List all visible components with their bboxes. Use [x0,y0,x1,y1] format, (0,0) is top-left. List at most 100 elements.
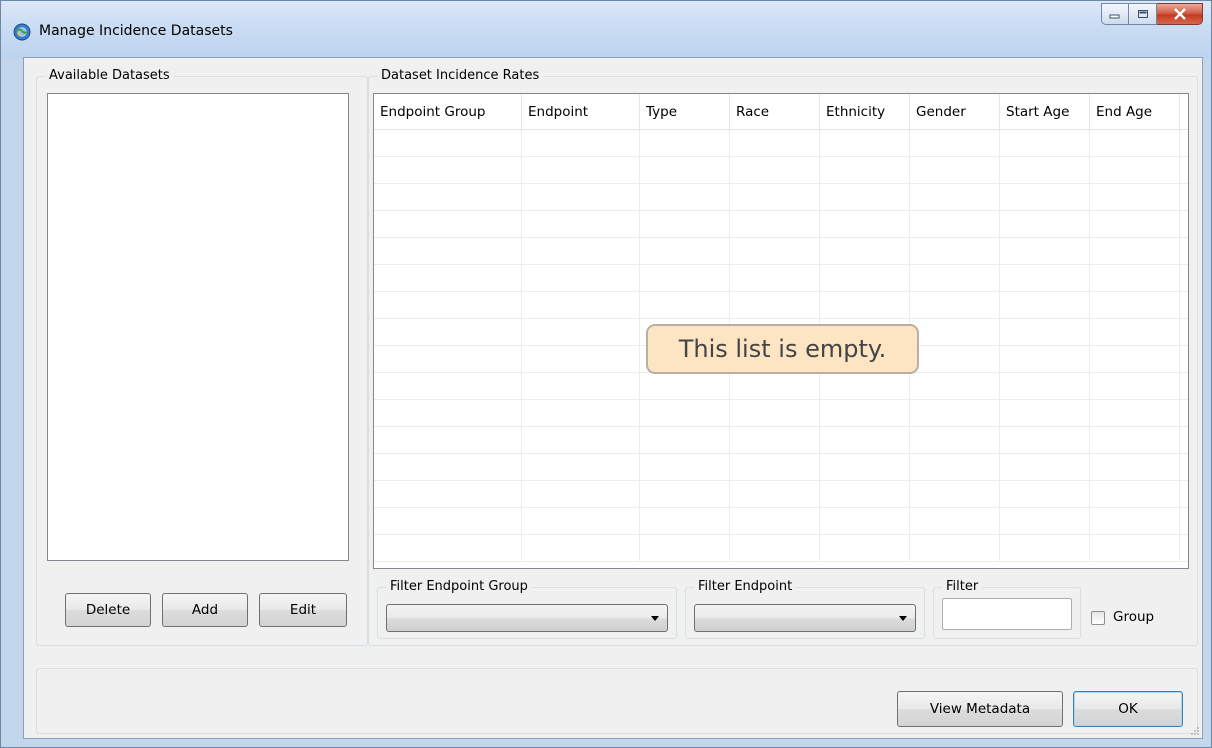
available-datasets-legend: Available Datasets [45,68,174,84]
grid-empty-cell [522,454,640,481]
empty-list-message: This list is empty. [646,324,919,374]
grid-empty-cell [640,211,730,238]
col-header-ethnicity[interactable]: Ethnicity [820,94,910,130]
grid-empty-cell [374,427,522,454]
grid-empty-cell [820,427,910,454]
grid-empty-row [374,454,1188,481]
grid-empty-cell [1090,373,1180,400]
group-checkbox[interactable] [1091,611,1105,625]
grid-empty-cell [1090,481,1180,508]
resize-grip-icon[interactable] [1190,726,1200,736]
minimize-button[interactable] [1101,3,1129,25]
grid-empty-cell [910,130,1000,157]
grid-empty-cell [374,211,522,238]
grid-empty-cell [820,481,910,508]
grid-empty-cell [1090,265,1180,292]
client-area: Available Datasets Delete Add Edit Datas… [23,57,1203,739]
filter-textbox[interactable] [942,598,1072,630]
grid-header: Endpoint Group Endpoint Type Race Ethnic… [374,94,1188,130]
grid-empty-cell [910,319,1000,346]
grid-empty-row [374,427,1188,454]
grid-empty-cell [1000,535,1090,562]
grid-empty-cell [374,346,522,373]
grid-empty-cell [910,481,1000,508]
grid-empty-cell [640,184,730,211]
grid-empty-cell [522,265,640,292]
filter-box: Filter [933,579,1081,639]
col-header-type[interactable]: Type [640,94,730,130]
grid-empty-cell [374,130,522,157]
filter-endpoint-group-legend: Filter Endpoint Group [386,579,532,595]
grid-empty-cell [1000,184,1090,211]
grid-empty-cell [522,184,640,211]
title-bar[interactable]: Manage Incidence Datasets [1,1,1211,59]
grid-empty-cell [730,400,820,427]
col-header-endpoint[interactable]: Endpoint [522,94,640,130]
view-metadata-button[interactable]: View Metadata [897,691,1063,727]
filter-endpoint-combo[interactable] [694,604,916,632]
grid-empty-cell [374,319,522,346]
grid-empty-cell [1000,319,1090,346]
edit-button[interactable]: Edit [259,593,347,627]
chevron-down-icon [651,616,659,621]
grid-empty-row [374,535,1188,562]
grid-empty-cell [522,157,640,184]
grid-empty-cell [730,508,820,535]
grid-empty-cell [910,238,1000,265]
grid-empty-cell [522,292,640,319]
grid-empty-cell [820,508,910,535]
grid-empty-cell [522,130,640,157]
grid-empty-cell [820,211,910,238]
filter-endpoint-group-combo[interactable] [386,604,668,632]
grid-empty-cell [374,481,522,508]
grid-empty-cell [374,535,522,562]
grid-empty-cell [1000,400,1090,427]
grid-empty-cell [910,373,1000,400]
grid-empty-cell [730,454,820,481]
grid-empty-cell [730,265,820,292]
col-header-end-age[interactable]: End Age [1090,94,1180,130]
grid-empty-cell [640,427,730,454]
grid-empty-cell [522,319,640,346]
close-button[interactable] [1157,3,1203,25]
grid-empty-cell [374,157,522,184]
grid-empty-row [374,481,1188,508]
grid-empty-cell [640,292,730,319]
ok-button[interactable]: OK [1073,691,1183,727]
globe-app-icon [13,23,31,41]
col-header-endpoint-group[interactable]: Endpoint Group [374,94,522,130]
col-header-race[interactable]: Race [730,94,820,130]
grid-empty-cell [640,238,730,265]
maximize-button[interactable] [1129,3,1157,25]
group-checkbox-label: Group [1113,609,1155,625]
grid-empty-cell [1000,130,1090,157]
grid-empty-cell [640,508,730,535]
add-button[interactable]: Add [162,593,248,627]
grid-empty-row [374,238,1188,265]
grid-empty-cell [1090,211,1180,238]
grid-empty-cell [820,535,910,562]
grid-empty-cell [522,535,640,562]
delete-button[interactable]: Delete [65,593,151,627]
grid-empty-cell [820,157,910,184]
incidence-rates-grid[interactable]: Endpoint Group Endpoint Type Race Ethnic… [373,93,1189,569]
grid-empty-cell [1090,508,1180,535]
dataset-incidence-rates-legend: Dataset Incidence Rates [377,68,544,84]
grid-empty-cell [640,130,730,157]
grid-empty-cell [640,400,730,427]
grid-empty-cell [1000,211,1090,238]
col-header-gender[interactable]: Gender [910,94,1000,130]
grid-empty-cell [910,157,1000,184]
grid-empty-row [374,400,1188,427]
grid-empty-cell [640,265,730,292]
grid-empty-cell [374,238,522,265]
grid-empty-cell [820,265,910,292]
available-datasets-list[interactable] [47,93,349,561]
grid-empty-cell [1000,238,1090,265]
grid-empty-cell [910,346,1000,373]
grid-empty-cell [522,346,640,373]
col-header-start-age[interactable]: Start Age [1000,94,1090,130]
grid-empty-cell [1090,454,1180,481]
grid-empty-row [374,373,1188,400]
grid-empty-cell [640,535,730,562]
